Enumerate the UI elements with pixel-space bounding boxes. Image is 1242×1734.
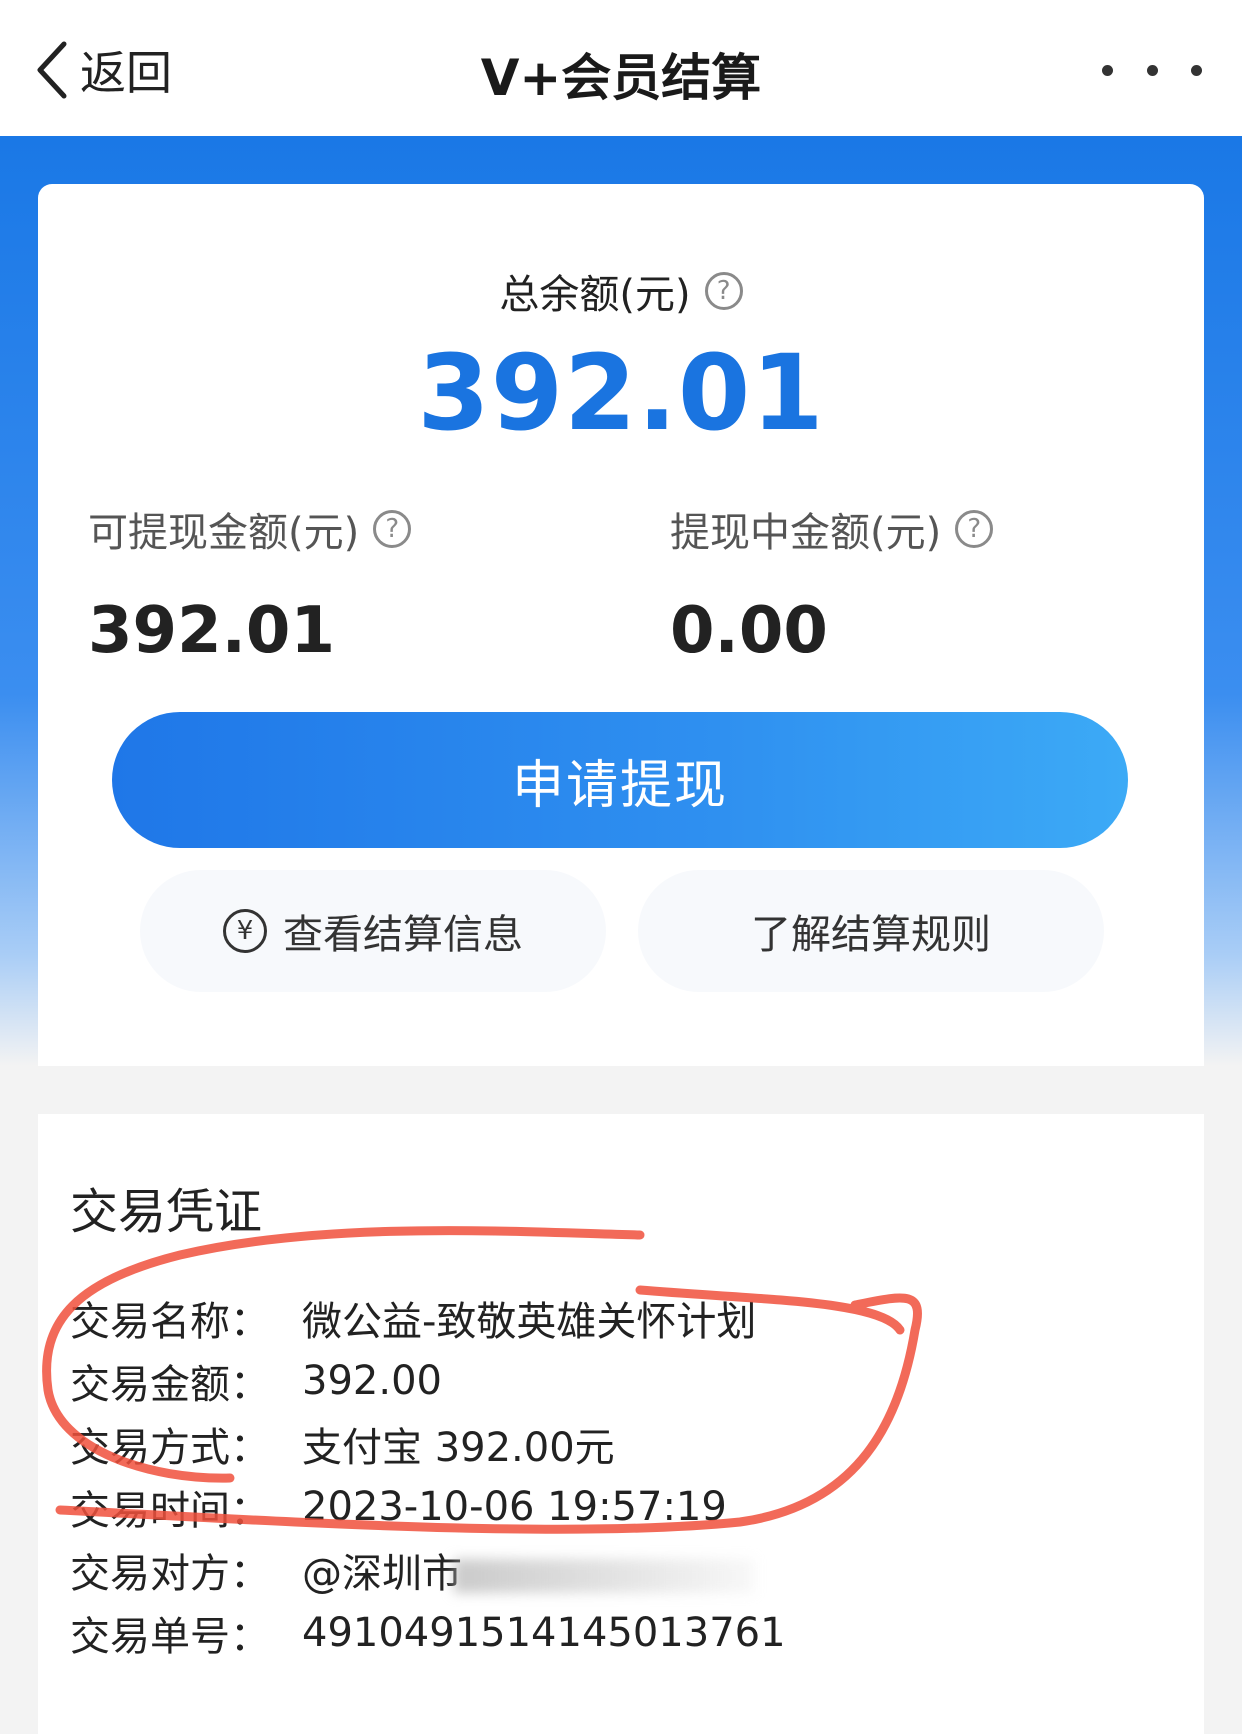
row-label: 交易对方： (70, 1550, 270, 1597)
row-label: 交易金额： (70, 1361, 270, 1408)
row-value: @深圳市 (302, 1541, 754, 1599)
pending-value: 0.00 (670, 594, 828, 668)
more-dot (1191, 64, 1202, 76)
row-value: 392.00 (302, 1357, 442, 1404)
pending-block: 提现中金额(元) ? 0.00 (670, 500, 994, 668)
voucher-rows: 交易名称： 微公益-致敬英雄关怀计划 交易金额： 392.00 交易方式： 支付… (70, 1286, 786, 1664)
view-settlement-button[interactable]: ¥ 查看结算信息 (140, 870, 606, 992)
nav-bar: 返回 V+会员结算 (0, 0, 1242, 136)
more-icon[interactable] (1102, 62, 1202, 78)
row-label: 交易时间： (70, 1487, 270, 1534)
withdrawable-label: 可提现金额(元) (88, 510, 360, 556)
row-value: 4910491514145013761 (302, 1609, 786, 1656)
page-title: V+会员结算 (480, 49, 762, 107)
total-balance-label: 总余额(元) (499, 272, 691, 318)
redaction-blur (454, 1558, 754, 1593)
settlement-rules-button[interactable]: 了解结算规则 (638, 870, 1104, 992)
withdrawable-value: 392.01 (88, 594, 335, 668)
help-icon[interactable]: ? (373, 510, 412, 548)
help-icon[interactable]: ? (955, 510, 994, 548)
row-label: 交易方式： (70, 1424, 270, 1471)
more-dot (1146, 64, 1158, 76)
total-balance-value: 392.01 (417, 332, 825, 454)
view-settlement-label: 查看结算信息 (283, 912, 523, 958)
counterparty-text: @深圳市 (302, 1550, 462, 1597)
row-value: 支付宝 392.00元 (302, 1424, 615, 1471)
row-value: 2023-10-06 19:57:19 (302, 1483, 727, 1530)
yen-icon: ¥ (223, 909, 267, 953)
withdrawable-block: 可提现金额(元) ? 392.01 (88, 500, 412, 668)
voucher-row: 交易方式： 支付宝 392.00元 (70, 1412, 786, 1475)
total-balance-label-row: 总余额(元) ? (38, 262, 1204, 320)
voucher-row: 交易金额： 392.00 (70, 1349, 786, 1412)
page: 返回 V+会员结算 总余额(元) ? 392.01 可提现金额(元) ? 392… (0, 0, 1242, 1734)
withdraw-button[interactable]: 申请提现 (112, 712, 1128, 848)
row-value: 微公益-致敬英雄关怀计划 (302, 1298, 757, 1345)
more-dot (1102, 64, 1113, 76)
voucher-row: 交易名称： 微公益-致敬英雄关怀计划 (70, 1286, 786, 1349)
settlement-rules-label: 了解结算规则 (751, 912, 991, 958)
row-label: 交易单号： (70, 1613, 270, 1660)
voucher-title: 交易凭证 (70, 1184, 263, 1240)
voucher-row: 交易单号： 4910491514145013761 (70, 1601, 786, 1664)
transaction-voucher: 交易凭证 交易名称： 微公益-致敬英雄关怀计划 交易金额： 392.00 交易方… (38, 1114, 1204, 1734)
row-label: 交易名称： (70, 1298, 270, 1345)
voucher-row: 交易对方： @深圳市 (70, 1538, 786, 1601)
voucher-row: 交易时间： 2023-10-06 19:57:19 (70, 1475, 786, 1538)
pending-label: 提现中金额(元) (670, 510, 942, 556)
balance-card: 总余额(元) ? 392.01 可提现金额(元) ? 392.01 提现中金额(… (38, 184, 1204, 1066)
help-icon[interactable]: ? (704, 272, 743, 310)
